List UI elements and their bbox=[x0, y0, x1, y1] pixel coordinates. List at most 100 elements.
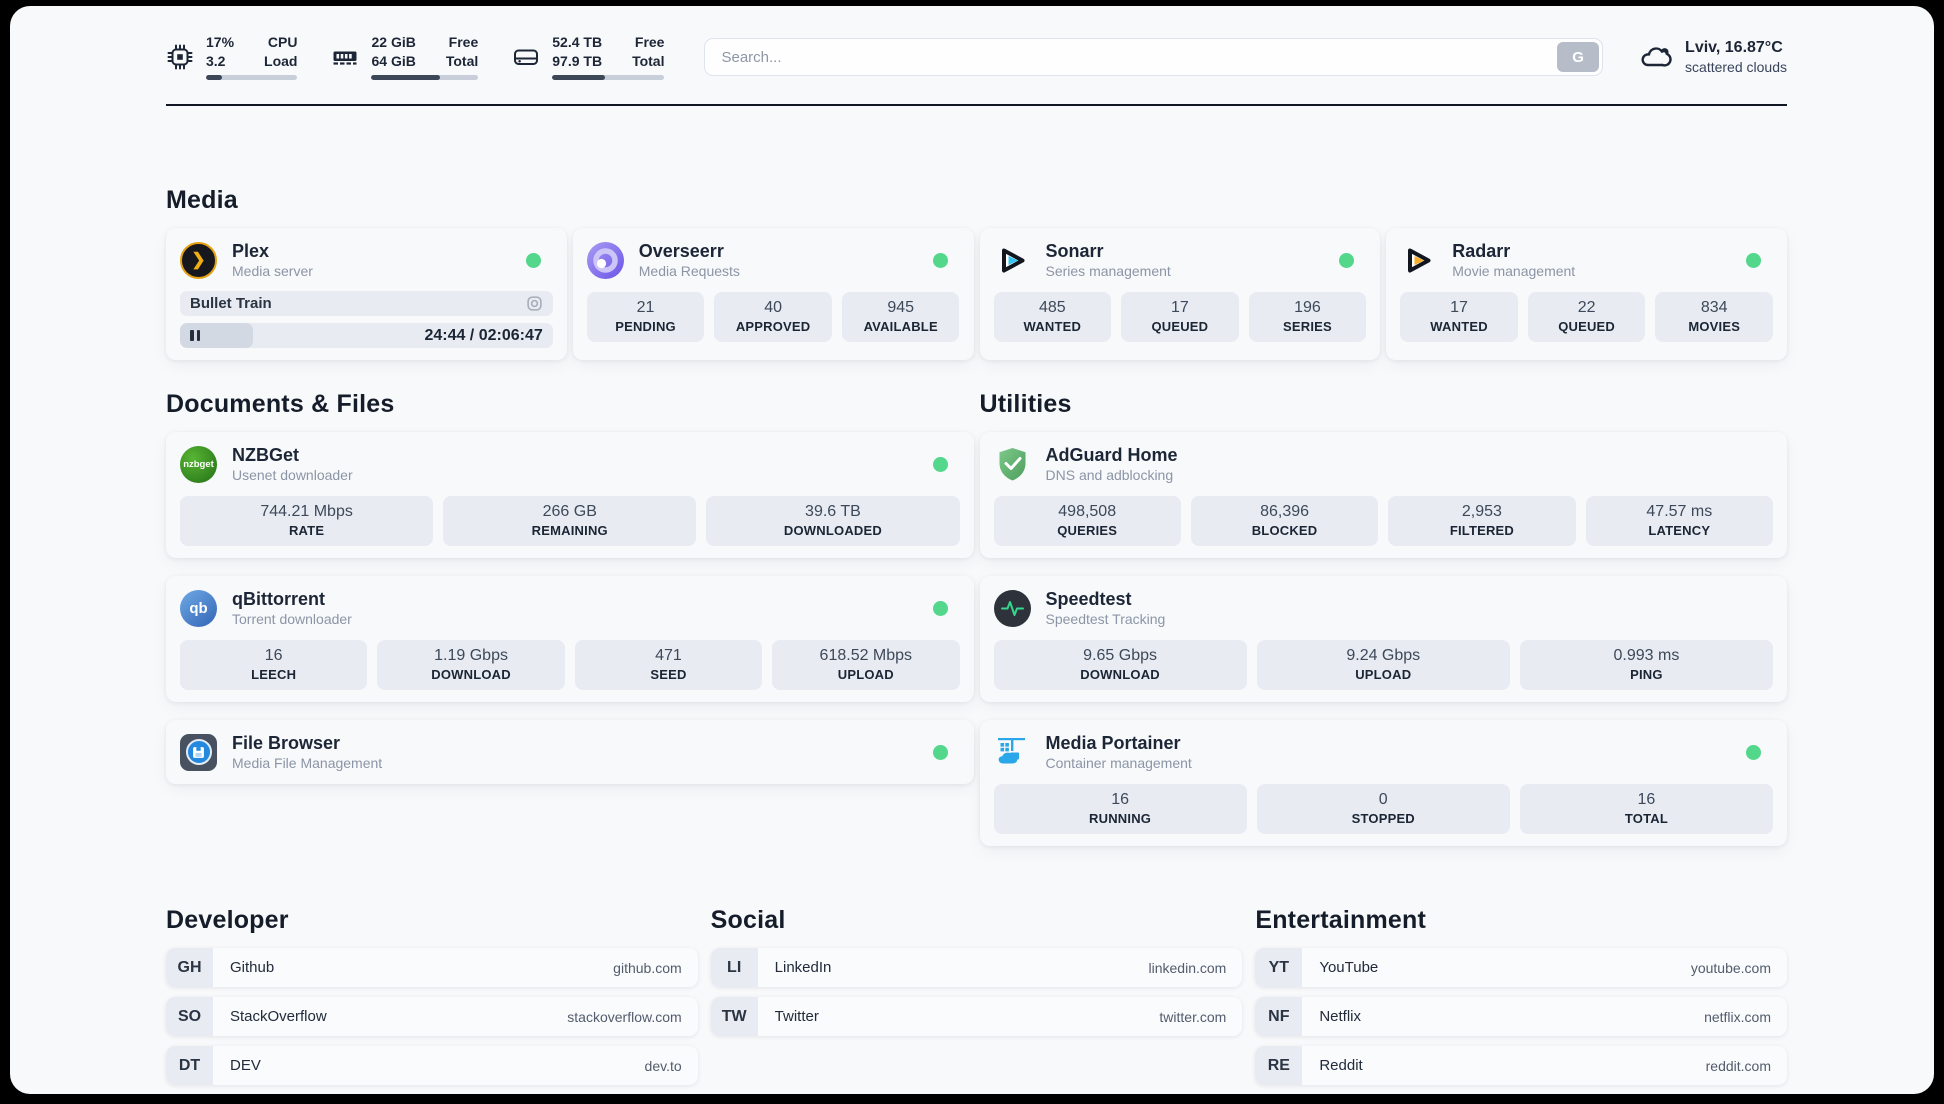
link-label: YouTube bbox=[1319, 959, 1379, 976]
disk-total-value: 97.9 TB bbox=[552, 52, 603, 69]
stat-pill: 21 PENDING bbox=[586, 292, 705, 342]
cpu-usage-value: 17% bbox=[206, 34, 235, 50]
link-twitter[interactable]: TW Twitter twitter.com bbox=[710, 997, 1243, 1036]
disk-progress-bar bbox=[552, 75, 665, 80]
link-label: StackOverflow bbox=[230, 1008, 327, 1025]
overseerr-icon bbox=[586, 241, 624, 279]
now-playing-row: Bullet Train bbox=[180, 291, 553, 316]
app-subtitle: Media File Management bbox=[232, 754, 383, 771]
stat-pill: 471 SEED bbox=[574, 640, 763, 690]
link-url: github.com bbox=[613, 959, 682, 976]
search-engine-button[interactable]: G bbox=[1557, 42, 1600, 72]
link-url: youtube.com bbox=[1690, 959, 1771, 976]
weather-condition: scattered clouds bbox=[1685, 59, 1787, 76]
status-online-dot bbox=[525, 252, 541, 268]
status-online-dot bbox=[932, 744, 948, 760]
stat-pill: 0.993 ms PING bbox=[1519, 640, 1774, 690]
radarr-icon bbox=[1408, 248, 1431, 272]
app-card-qbittorrent[interactable]: qb qBittorrent Torrent downloader 16 LEE… bbox=[166, 576, 974, 702]
section-title-documents: Documents & Files bbox=[166, 390, 395, 418]
link-stackoverflow[interactable]: SO StackOverflow stackoverflow.com bbox=[166, 997, 698, 1036]
link-label: Netflix bbox=[1319, 1008, 1362, 1025]
nzbget-icon: nzbget bbox=[180, 445, 217, 483]
app-card-adguard[interactable]: AdGuard Home DNS and adblocking 498,508 … bbox=[979, 432, 1787, 558]
app-card-filebrowser[interactable]: File Browser Media File Management bbox=[166, 720, 974, 784]
app-subtitle: Movie management bbox=[1452, 262, 1576, 279]
stat-pill: 40 APPROVED bbox=[714, 292, 832, 342]
cpu-usage-label: CPU bbox=[267, 34, 298, 50]
stat-pill: 618.52 Mbps UPLOAD bbox=[772, 640, 960, 690]
section-title-developer: Developer bbox=[166, 906, 289, 934]
link-dev[interactable]: DT DEV dev.to bbox=[166, 1046, 698, 1085]
link-prefix: NF bbox=[1255, 997, 1303, 1036]
disk-free-label: Free bbox=[634, 34, 665, 50]
plex-chevron-glyph: ❯ bbox=[191, 250, 206, 269]
app-card-overseerr[interactable]: Overseerr Media Requests 21 PENDING 40 A… bbox=[572, 228, 974, 360]
link-url: stackoverflow.com bbox=[567, 1008, 682, 1025]
cpu-icon bbox=[167, 44, 193, 70]
link-netflix[interactable]: NF Netflix netflix.com bbox=[1255, 997, 1787, 1036]
app-card-sonarr[interactable]: Sonarr Series management 485 WANTED 17 Q… bbox=[979, 228, 1381, 360]
cpu-load-value: 3.2 bbox=[206, 52, 226, 69]
stat-pill: 9.65 Gbps DOWNLOAD bbox=[993, 640, 1247, 690]
link-label: Reddit bbox=[1319, 1057, 1363, 1074]
weather-widget[interactable]: Lviv, 16.87°C scattered clouds bbox=[1637, 38, 1787, 77]
app-title: File Browser bbox=[232, 733, 341, 753]
app-subtitle: Usenet downloader bbox=[232, 466, 353, 483]
app-subtitle: DNS and adblocking bbox=[1045, 466, 1174, 483]
session-screen-icon bbox=[527, 296, 542, 311]
app-card-nzbget[interactable]: nzbget NZBGet Usenet downloader 744.21 M… bbox=[166, 432, 974, 558]
disk-free-value: 52.4 TB bbox=[552, 34, 603, 50]
link-linkedin[interactable]: LI LinkedIn linkedin.com bbox=[710, 948, 1243, 987]
status-online-dot bbox=[1746, 744, 1761, 760]
stat-pill: 945 AVAILABLE bbox=[841, 292, 960, 342]
header-divider bbox=[166, 104, 1787, 106]
app-card-radarr[interactable]: Radarr Movie management 17 WANTED 22 QUE… bbox=[1386, 228, 1787, 360]
playback-time: 24:44 / 02:06:47 bbox=[424, 326, 543, 344]
link-prefix: LI bbox=[710, 948, 758, 987]
link-youtube[interactable]: YT YouTube youtube.com bbox=[1255, 948, 1787, 987]
link-url: dev.to bbox=[644, 1057, 682, 1074]
app-card-plex[interactable]: ❯ Plex Media server Bullet Train 24:44 /… bbox=[166, 228, 567, 360]
now-playing-title: Bullet Train bbox=[190, 295, 272, 312]
speedtest-icon bbox=[993, 589, 1031, 627]
memory-free-value: 22 GiB bbox=[371, 34, 416, 50]
stat-pill: 16 LEECH bbox=[180, 640, 368, 690]
system-stats: 17% 3.2 CPU Load 22 GiB 64 GiB Free Tota… bbox=[166, 34, 665, 80]
stat-pill: 9.24 Gbps UPLOAD bbox=[1256, 640, 1510, 690]
link-github[interactable]: GH Github github.com bbox=[166, 948, 698, 987]
stat-pill: 2,953 FILTERED bbox=[1388, 496, 1576, 546]
link-label: LinkedIn bbox=[774, 959, 832, 976]
stat-pill: 17 WANTED bbox=[1400, 292, 1518, 342]
link-label: DEV bbox=[230, 1057, 261, 1074]
link-prefix: DT bbox=[166, 1046, 213, 1085]
app-subtitle: Container management bbox=[1045, 754, 1192, 771]
app-subtitle: Media server bbox=[232, 262, 313, 279]
qbittorrent-icon: qb bbox=[180, 589, 217, 627]
cpu-progress-bar bbox=[206, 75, 298, 80]
stat-pill: 16 TOTAL bbox=[1519, 784, 1774, 834]
memory-progress-bar bbox=[371, 75, 479, 80]
header-bar: 17% 3.2 CPU Load 22 GiB 64 GiB Free Tota… bbox=[166, 34, 1787, 80]
app-title: Overseerr bbox=[638, 241, 724, 261]
stat-pill: 39.6 TB DOWNLOADED bbox=[706, 496, 960, 546]
stat-pill: 86,396 BLOCKED bbox=[1190, 496, 1379, 546]
stat-pill: 266 GB REMAINING bbox=[443, 496, 697, 546]
link-reddit[interactable]: RE Reddit reddit.com bbox=[1255, 1046, 1787, 1085]
plex-icon: ❯ bbox=[180, 241, 217, 279]
floppy-icon bbox=[193, 746, 204, 758]
status-online-dot bbox=[932, 600, 948, 616]
pause-icon[interactable] bbox=[190, 330, 200, 341]
app-title: Speedtest bbox=[1045, 589, 1132, 609]
section-title-social: Social bbox=[710, 906, 786, 934]
app-card-speedtest[interactable]: Speedtest Speedtest Tracking 9.65 Gbps D… bbox=[979, 576, 1787, 702]
memory-total-label: Total bbox=[445, 52, 479, 69]
app-title: NZBGet bbox=[232, 445, 299, 465]
stat-pill: 17 QUEUED bbox=[1121, 292, 1239, 342]
search-input[interactable] bbox=[704, 38, 1604, 76]
weather-location-temp: Lviv, 16.87°C bbox=[1685, 38, 1783, 56]
disk-icon bbox=[514, 49, 539, 65]
link-prefix: YT bbox=[1255, 948, 1303, 987]
app-card-portainer[interactable]: Media Portainer Container management 16 … bbox=[979, 720, 1787, 846]
stat-pill: 196 SERIES bbox=[1248, 292, 1367, 342]
